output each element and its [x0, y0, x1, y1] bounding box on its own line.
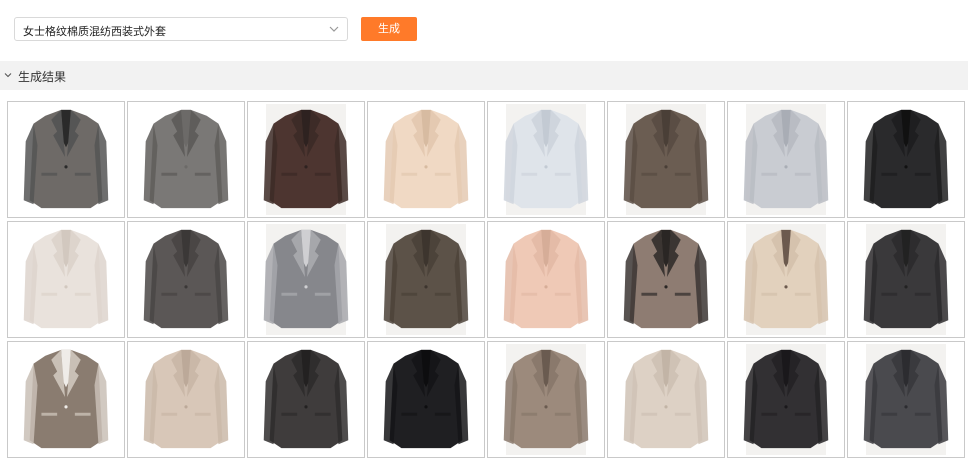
- blazer-image: [743, 229, 829, 329]
- blazer-image: [143, 349, 229, 449]
- result-image-cell[interactable]: [247, 221, 365, 338]
- prompt-select[interactable]: 女士格纹棉质混纺西装式外套: [14, 17, 348, 41]
- blazer-image: [743, 109, 829, 209]
- result-image-cell[interactable]: [847, 101, 965, 218]
- result-image-cell[interactable]: [847, 341, 965, 458]
- result-image-cell[interactable]: [367, 221, 485, 338]
- blazer-image: [623, 229, 709, 329]
- result-image-cell[interactable]: [7, 101, 125, 218]
- result-image-cell[interactable]: [727, 221, 845, 338]
- result-image-cell[interactable]: [487, 221, 605, 338]
- results-title: 生成结果: [18, 70, 67, 84]
- chevron-down-icon: [4, 73, 12, 78]
- result-image-cell[interactable]: [7, 221, 125, 338]
- blazer-image: [383, 109, 469, 209]
- result-image-cell[interactable]: [367, 101, 485, 218]
- generate-button[interactable]: 生成: [361, 17, 417, 41]
- blazer-image: [263, 229, 349, 329]
- result-image-cell[interactable]: [127, 341, 245, 458]
- result-image-cell[interactable]: [607, 101, 725, 218]
- blazer-image: [143, 109, 229, 209]
- blazer-image: [503, 109, 589, 209]
- results-section-header[interactable]: 生成结果: [0, 61, 968, 90]
- blazer-image: [23, 349, 109, 449]
- toolbar: 女士格纹棉质混纺西装式外套 生成: [0, 0, 968, 58]
- result-image-cell[interactable]: [487, 341, 605, 458]
- result-image-cell[interactable]: [727, 341, 845, 458]
- blazer-image: [743, 349, 829, 449]
- blazer-image: [503, 229, 589, 329]
- blazer-image: [263, 109, 349, 209]
- result-image-cell[interactable]: [367, 341, 485, 458]
- blazer-image: [143, 229, 229, 329]
- result-image-cell[interactable]: [127, 221, 245, 338]
- blazer-image: [863, 229, 949, 329]
- blazer-image: [383, 349, 469, 449]
- blazer-image: [23, 109, 109, 209]
- blazer-image: [23, 229, 109, 329]
- result-image-cell[interactable]: [607, 341, 725, 458]
- chevron-down-icon: [329, 26, 339, 32]
- blazer-image: [623, 109, 709, 209]
- result-image-cell[interactable]: [847, 221, 965, 338]
- prompt-select-value: 女士格纹棉质混纺西装式外套: [23, 25, 166, 38]
- result-image-cell[interactable]: [247, 341, 365, 458]
- blazer-image: [863, 109, 949, 209]
- blazer-image: [503, 349, 589, 449]
- results-grid: [7, 101, 965, 458]
- result-image-cell[interactable]: [607, 221, 725, 338]
- result-image-cell[interactable]: [7, 341, 125, 458]
- blazer-image: [623, 349, 709, 449]
- blazer-image: [863, 349, 949, 449]
- result-image-cell[interactable]: [487, 101, 605, 218]
- blazer-image: [263, 349, 349, 449]
- result-image-cell[interactable]: [127, 101, 245, 218]
- result-image-cell[interactable]: [727, 101, 845, 218]
- blazer-image: [383, 229, 469, 329]
- result-image-cell[interactable]: [247, 101, 365, 218]
